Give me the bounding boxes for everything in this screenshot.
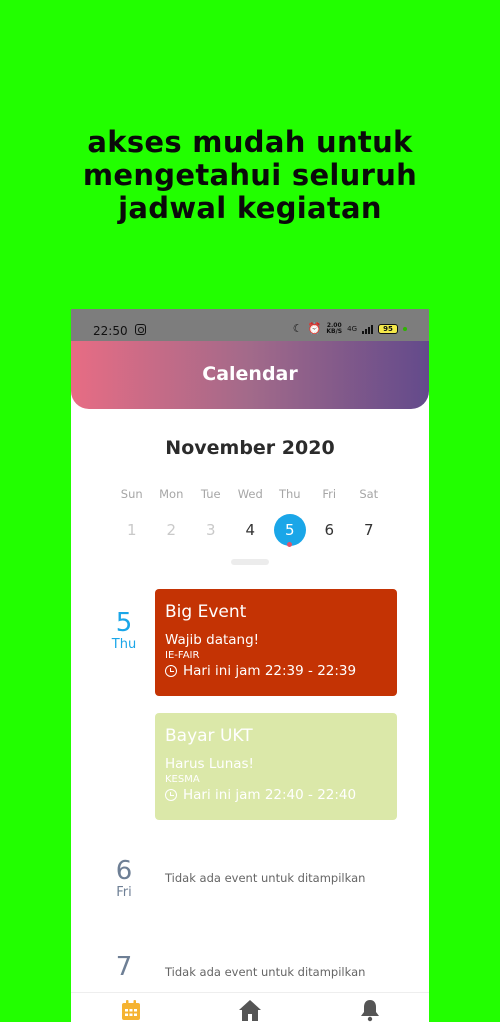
event-subtitle: Wajib datang! bbox=[165, 632, 260, 648]
event-time: Hari ini jam 22:40 - 22:40 bbox=[183, 787, 357, 803]
no-event-text: Tidak ada event untuk ditampilkan bbox=[165, 871, 366, 885]
event-dot bbox=[287, 542, 292, 547]
month-label[interactable]: November 2020 bbox=[71, 437, 429, 459]
day-4[interactable]: 4 bbox=[231, 514, 271, 546]
alarm-icon: ⏰ bbox=[307, 322, 322, 335]
promo-headline: akses mudah untuk mengetahui seluruh jad… bbox=[0, 126, 500, 225]
day-7[interactable]: 7 bbox=[349, 514, 389, 546]
battery-level: 95 bbox=[383, 325, 393, 333]
day-6[interactable]: 6 bbox=[310, 514, 350, 546]
event-title: Bayar UKT bbox=[165, 726, 253, 746]
day-row: 1 2 3 4 5 6 7 bbox=[112, 514, 389, 547]
agenda-day-number: 6 bbox=[115, 856, 133, 886]
phone-screen: 22:50 ☾ ⏰ 2.00 KB/S 4G 95 Calendar Novem… bbox=[71, 309, 429, 1022]
app-bar-title: Calendar bbox=[202, 363, 298, 385]
event-organizer: IE-FAIR bbox=[165, 650, 200, 661]
selected-day-number: 5 bbox=[284, 521, 295, 539]
clock-icon bbox=[165, 789, 177, 801]
speed-unit: KB/S bbox=[326, 328, 343, 335]
app-bar: Calendar bbox=[71, 341, 429, 409]
promo-line-1: akses mudah untuk bbox=[87, 125, 413, 159]
event-subtitle: Harus Lunas! bbox=[165, 756, 254, 772]
day-1[interactable]: 1 bbox=[112, 514, 152, 546]
event-time-row: Hari ini jam 22:39 - 22:39 bbox=[165, 662, 387, 680]
moon-icon: ☾ bbox=[292, 322, 303, 335]
agenda-day-number: 5 bbox=[115, 608, 133, 638]
promo-line-2: mengetahui seluruh bbox=[82, 158, 418, 192]
agenda-day-number: 7 bbox=[115, 952, 133, 982]
calendar-icon[interactable] bbox=[119, 998, 143, 1022]
network-type: 4G bbox=[347, 325, 357, 333]
battery-icon: 95 bbox=[378, 324, 398, 334]
event-card-bayar-ukt[interactable]: Bayar UKT Harus Lunas! KESMA Hari ini ja… bbox=[155, 713, 397, 820]
weekday-sun: Sun bbox=[120, 487, 143, 501]
agenda-day-7: 7 bbox=[104, 953, 144, 981]
weekday-tue: Tue bbox=[200, 487, 221, 501]
agenda-day-6: 6 Fri bbox=[104, 857, 144, 901]
day-3[interactable]: 3 bbox=[191, 514, 231, 546]
home-icon[interactable] bbox=[238, 998, 262, 1022]
instagram-icon bbox=[135, 324, 146, 335]
weekday-mon: Mon bbox=[159, 487, 184, 501]
event-title: Big Event bbox=[165, 602, 247, 622]
status-time: 22:50 bbox=[93, 324, 128, 338]
agenda-day-weekday: Thu bbox=[111, 637, 137, 652]
day-5-selected[interactable]: 5 bbox=[270, 514, 310, 547]
weekday-wed: Wed bbox=[237, 487, 263, 501]
signal-icon bbox=[362, 324, 373, 334]
charging-dot bbox=[403, 327, 407, 331]
event-card-big-event[interactable]: Big Event Wajib datang! IE-FAIR Hari ini… bbox=[155, 589, 397, 696]
bottom-nav bbox=[71, 992, 429, 1022]
status-bar: 22:50 ☾ ⏰ 2.00 KB/S 4G 95 bbox=[71, 309, 429, 341]
agenda-day-5: 5 Thu bbox=[104, 609, 144, 653]
event-time: Hari ini jam 22:39 - 22:39 bbox=[183, 663, 357, 679]
promo-line-3: jadwal kegiatan bbox=[118, 191, 382, 225]
weekday-row: Sun Mon Tue Wed Thu Fri Sat bbox=[112, 487, 389, 501]
clock-icon bbox=[165, 665, 177, 677]
no-event-text: Tidak ada event untuk ditampilkan bbox=[165, 965, 366, 979]
bell-icon[interactable] bbox=[358, 998, 382, 1022]
status-icons: ☾ ⏰ 2.00 KB/S 4G 95 bbox=[293, 323, 407, 335]
weekday-sat: Sat bbox=[359, 487, 379, 501]
event-time-row: Hari ini jam 22:40 - 22:40 bbox=[165, 786, 387, 804]
day-2[interactable]: 2 bbox=[152, 514, 192, 546]
agenda-day-weekday: Fri bbox=[116, 885, 132, 900]
drag-handle[interactable] bbox=[231, 559, 269, 565]
weekday-fri: Fri bbox=[322, 487, 337, 501]
network-speed: 2.00 KB/S bbox=[326, 323, 342, 335]
event-organizer: KESMA bbox=[165, 774, 200, 785]
weekday-thu: Thu bbox=[278, 487, 301, 501]
